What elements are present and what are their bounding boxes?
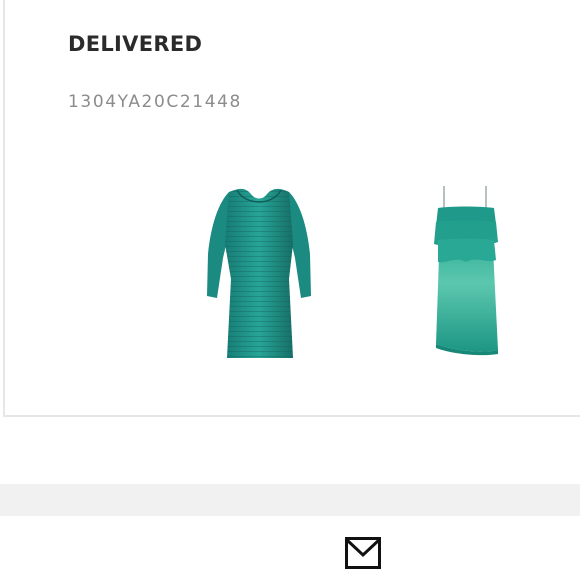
order-page: DELIVERED 1304YA20C21448 — [0, 0, 580, 580]
long-sleeve-dress-image — [207, 188, 311, 358]
section-divider-band — [0, 484, 580, 516]
order-code: 1304YA20C21448 — [68, 92, 242, 112]
contact-mail-button[interactable] — [344, 536, 382, 570]
product-image-long-sleeve-dress[interactable] — [205, 184, 313, 362]
product-image-slip-dress[interactable] — [430, 184, 502, 356]
order-status: DELIVERED — [68, 32, 203, 56]
envelope-icon — [345, 537, 381, 569]
slip-dress-image — [434, 186, 498, 356]
